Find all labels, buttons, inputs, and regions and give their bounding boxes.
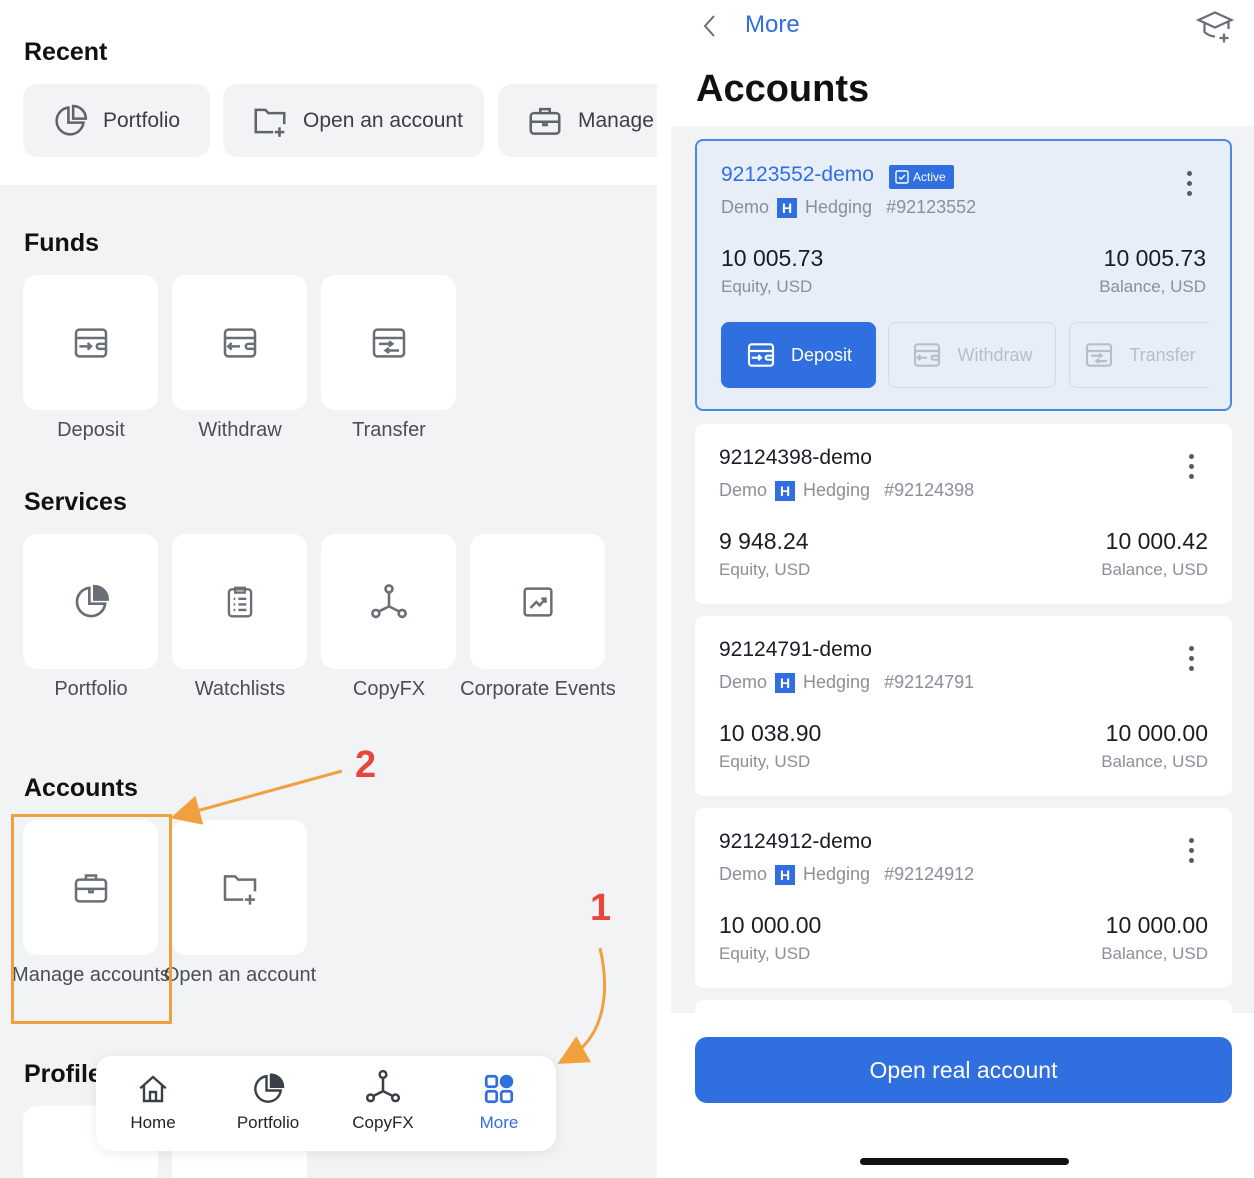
balance-label: Balance, USD bbox=[1099, 277, 1206, 296]
balance-value: 10 000.00 bbox=[1105, 720, 1208, 746]
account-card[interactable]: 92124791-demo Demo H Hedging #92124791 1… bbox=[695, 616, 1232, 796]
kebab-menu-icon[interactable] bbox=[1189, 454, 1194, 479]
account-name[interactable]: 92124398-demo bbox=[719, 446, 872, 470]
home-indicator bbox=[860, 1158, 1069, 1165]
equity-value: 9 948.24 bbox=[719, 528, 809, 554]
hedging-badge: H bbox=[775, 480, 796, 501]
equity-value: 10 000.00 bbox=[719, 912, 822, 938]
nav-portfolio[interactable]: Portfolio bbox=[213, 1056, 323, 1151]
transfer-button-label: Transfer bbox=[1129, 344, 1196, 365]
account-card[interactable]: 92124398-demo Demo H Hedging #92124398 9… bbox=[695, 424, 1232, 604]
withdraw-button-label: Withdraw bbox=[957, 344, 1033, 365]
active-badge-label: Active bbox=[913, 170, 946, 184]
equity-value: 10 038.90 bbox=[719, 720, 822, 746]
hedging-badge: H bbox=[777, 197, 798, 218]
annotation-arrows bbox=[170, 769, 607, 1064]
panel-divider bbox=[657, 0, 671, 1178]
pie-chart-icon bbox=[254, 1073, 285, 1103]
open-real-account-button[interactable]: Open real account bbox=[695, 1037, 1232, 1103]
network-icon bbox=[365, 1069, 401, 1103]
account-meta: Demo H Hedging #92123552 bbox=[721, 197, 976, 218]
account-number: #92124912 bbox=[884, 864, 975, 884]
balance-value: 10 000.00 bbox=[1105, 912, 1208, 938]
account-meta: Demo H Hedging #92124398 bbox=[719, 480, 974, 501]
account-type: Demo bbox=[719, 672, 768, 692]
back-button[interactable] bbox=[699, 12, 721, 45]
hedging-badge: H bbox=[775, 864, 796, 885]
account-name[interactable]: 92124912-demo bbox=[719, 830, 872, 854]
account-mode: Hedging bbox=[803, 864, 871, 884]
account-meta: Demo H Hedging #92124912 bbox=[719, 864, 974, 885]
equity-label: Equity, USD bbox=[719, 560, 811, 579]
account-mode: Hedging bbox=[805, 197, 873, 217]
page-title: Accounts bbox=[696, 68, 870, 110]
balance-label: Balance, USD bbox=[1101, 944, 1208, 963]
transfer-icon bbox=[1086, 343, 1113, 367]
account-mode: Hedging bbox=[803, 672, 871, 692]
account-number: #92124398 bbox=[884, 480, 975, 500]
account-number: #92124791 bbox=[884, 672, 975, 692]
equity-label: Equity, USD bbox=[721, 277, 813, 296]
nav-home-label: Home bbox=[130, 1113, 176, 1132]
account-type: Demo bbox=[719, 480, 768, 500]
balance-label: Balance, USD bbox=[1101, 752, 1208, 771]
account-card[interactable]: 92124912-demo Demo H Hedging #92124912 1… bbox=[695, 808, 1232, 988]
account-card[interactable]: 92123552-demo Active Demo H Hedging #921… bbox=[695, 139, 1232, 411]
education-button[interactable] bbox=[1195, 8, 1235, 49]
account-mode: Hedging bbox=[803, 480, 871, 500]
kebab-menu-icon[interactable] bbox=[1187, 171, 1192, 196]
equity-value: 10 005.73 bbox=[721, 245, 824, 271]
balance-label: Balance, USD bbox=[1101, 560, 1208, 579]
account-type: Demo bbox=[719, 864, 768, 884]
deposit-button[interactable]: Deposit bbox=[721, 322, 876, 388]
bottom-nav: Home Portfolio CopyFX More bbox=[96, 1056, 556, 1151]
accounts-screen: More Accounts 92123552-demo Active Demo … bbox=[671, 0, 1254, 1178]
kebab-menu-icon[interactable] bbox=[1189, 838, 1194, 863]
grid-icon bbox=[484, 1074, 514, 1104]
nav-more[interactable]: More bbox=[444, 1056, 554, 1151]
back-label[interactable]: More bbox=[745, 11, 800, 39]
withdraw-button[interactable]: Withdraw bbox=[888, 322, 1056, 388]
kebab-menu-icon[interactable] bbox=[1189, 646, 1194, 671]
equity-label: Equity, USD bbox=[719, 944, 811, 963]
hedging-badge: H bbox=[775, 672, 796, 693]
deposit-button-label: Deposit bbox=[790, 344, 853, 365]
account-name[interactable]: 92123552-demo bbox=[721, 163, 874, 187]
home-icon bbox=[139, 1075, 167, 1103]
balance-value: 10 000.42 bbox=[1105, 528, 1208, 554]
active-badge: Active bbox=[889, 165, 954, 189]
balance-value: 10 005.73 bbox=[1103, 245, 1206, 271]
account-meta: Demo H Hedging #92124791 bbox=[719, 672, 974, 693]
wallet-in-icon bbox=[747, 343, 775, 367]
graduation-cap-icon bbox=[1195, 11, 1235, 43]
nav-portfolio-label: Portfolio bbox=[236, 1113, 300, 1132]
wallet-out-icon bbox=[914, 343, 941, 367]
nav-copyfx-label: CopyFX bbox=[352, 1113, 414, 1132]
transfer-button[interactable]: Transfer bbox=[1069, 322, 1209, 388]
chevron-left-icon bbox=[703, 15, 715, 37]
equity-label: Equity, USD bbox=[719, 752, 811, 771]
more-menu-screen: Recent Portfolio Open an account Manage … bbox=[0, 0, 657, 1178]
nav-copyfx[interactable]: CopyFX bbox=[328, 1056, 438, 1151]
account-type: Demo bbox=[721, 197, 770, 217]
account-name[interactable]: 92124791-demo bbox=[719, 638, 872, 662]
nav-more-label: More bbox=[479, 1113, 519, 1132]
account-number: #92123552 bbox=[886, 197, 977, 217]
check-square-icon bbox=[895, 170, 909, 184]
nav-home[interactable]: Home bbox=[98, 1056, 208, 1151]
